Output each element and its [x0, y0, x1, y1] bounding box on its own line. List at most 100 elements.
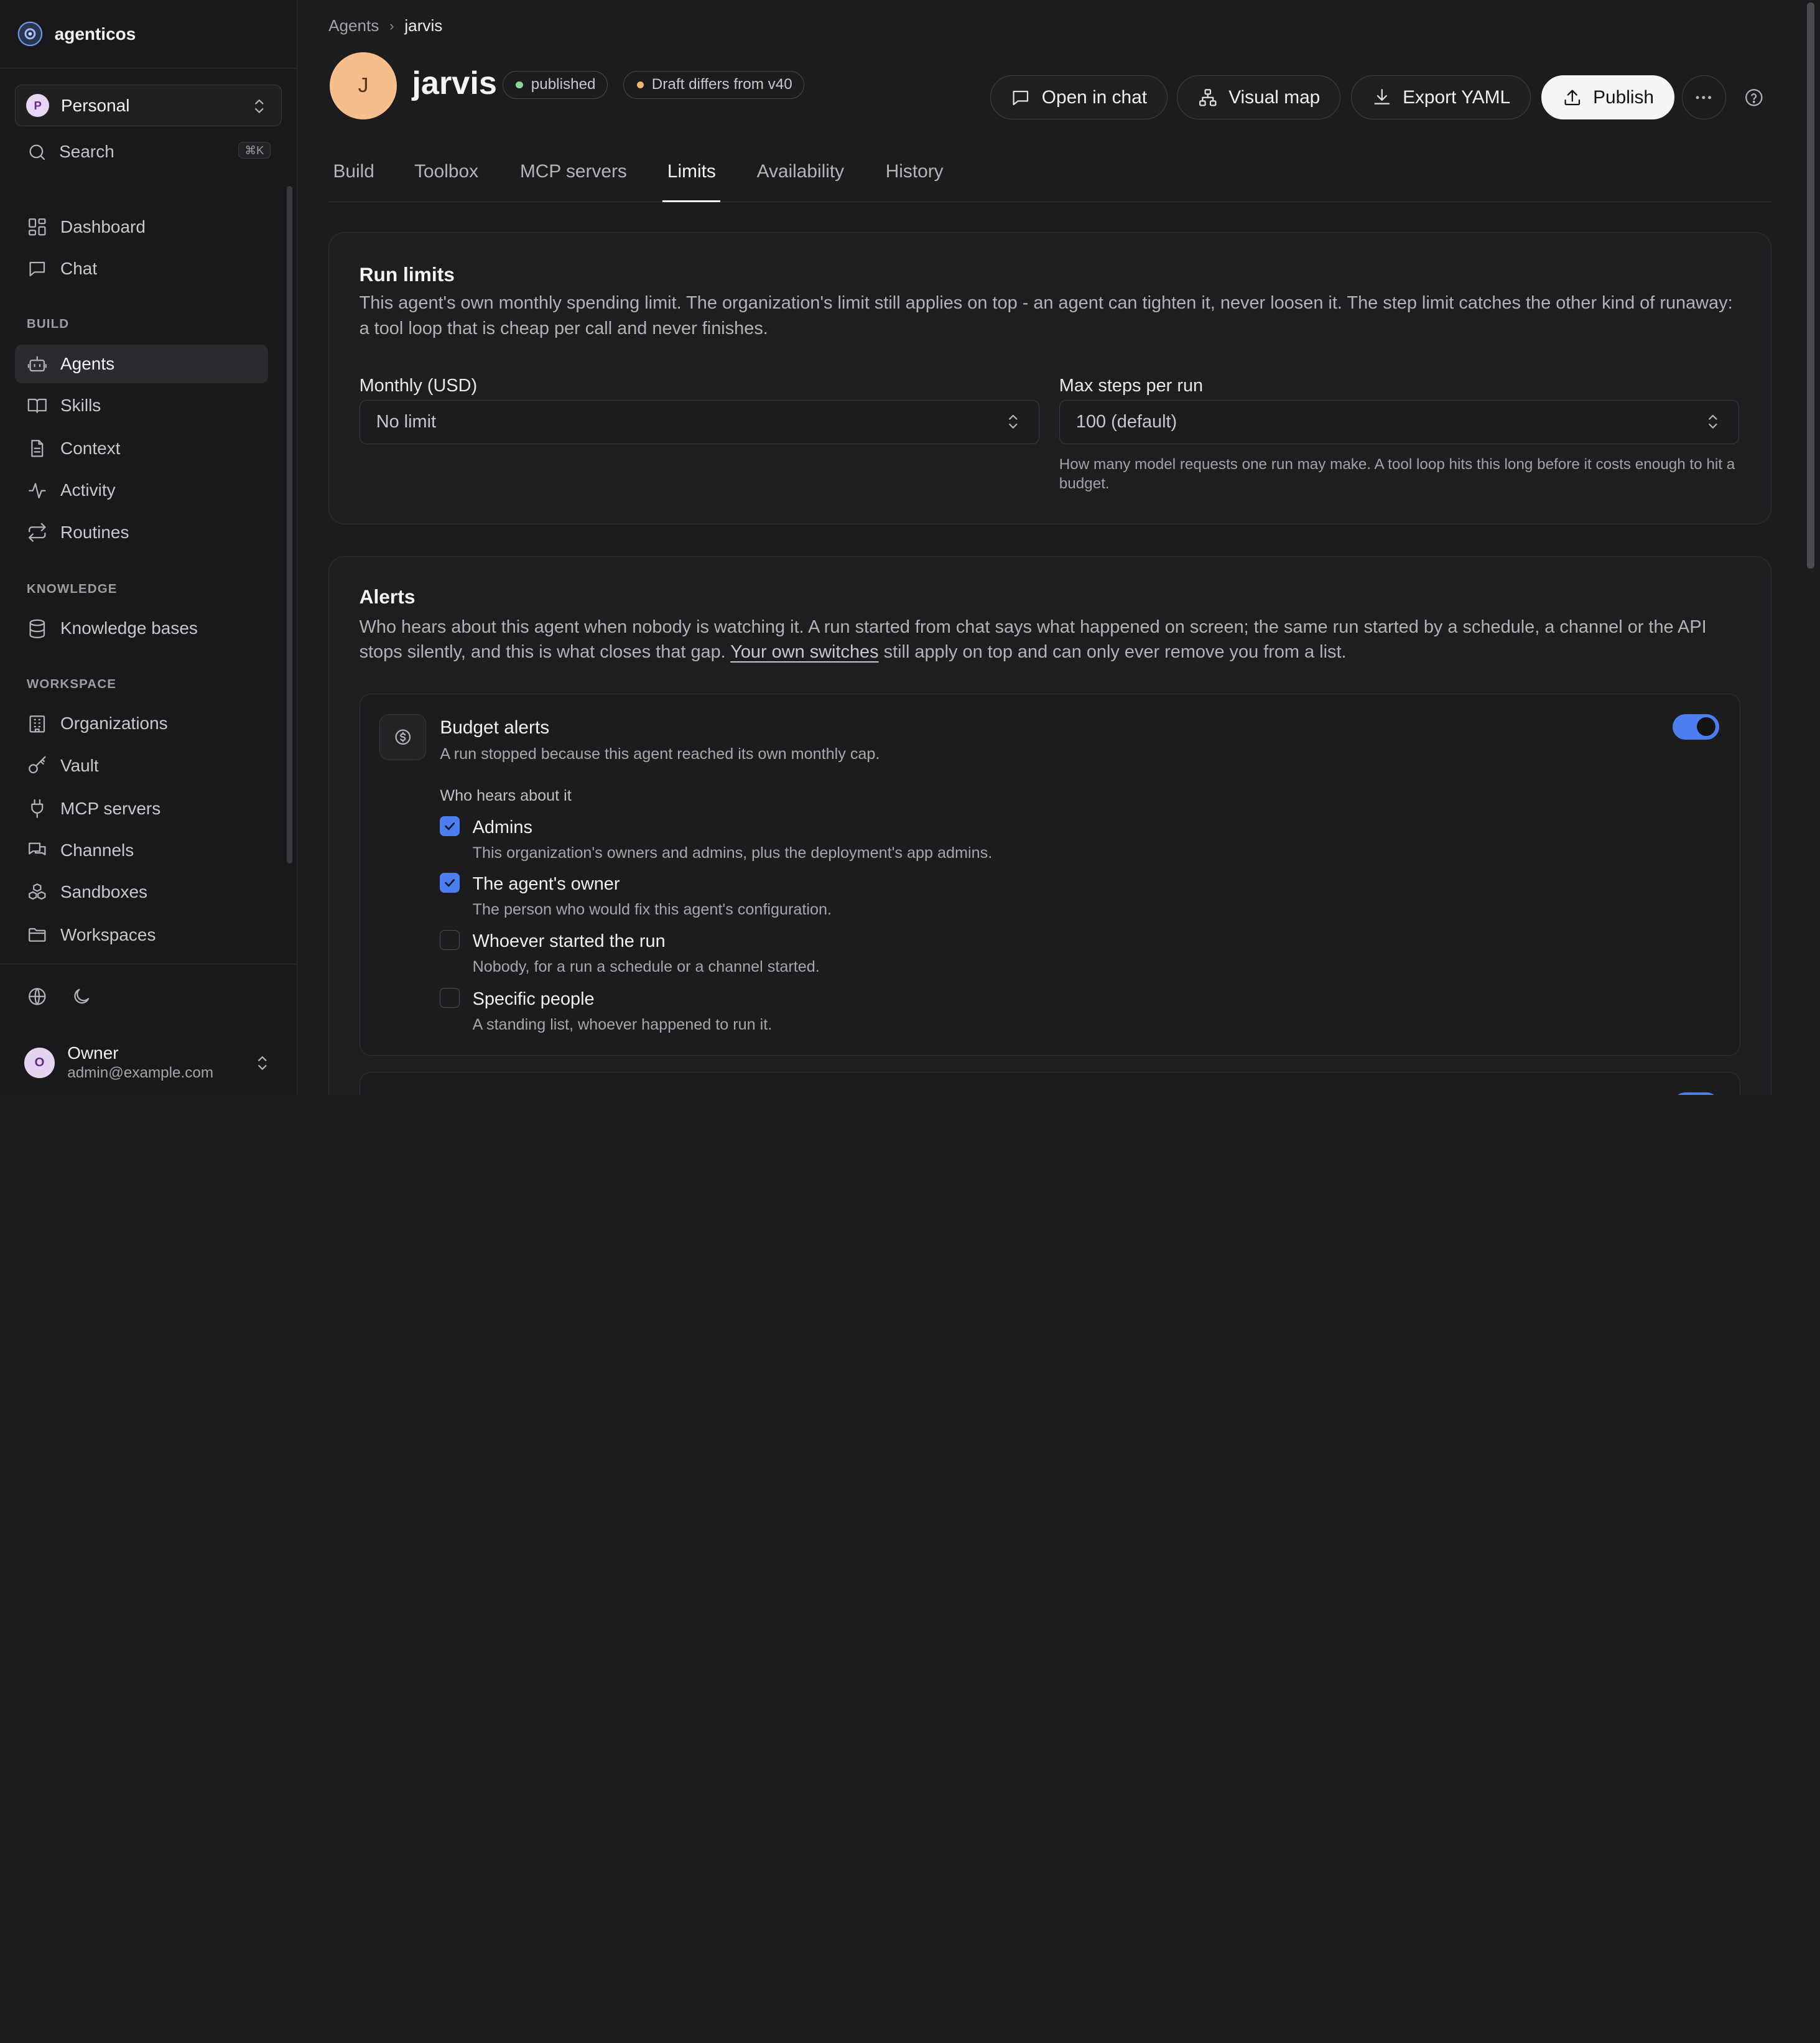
- alerts-description: Who hears about this agent when nobody i…: [360, 615, 1741, 664]
- brand[interactable]: agenticos: [0, 0, 297, 69]
- export-yaml-button[interactable]: Export YAML: [1351, 75, 1531, 120]
- moon-icon[interactable]: [71, 986, 92, 1007]
- tab-history[interactable]: History: [886, 161, 944, 202]
- page-title: jarvis: [412, 65, 497, 102]
- sidebar-item-label: Context: [60, 439, 121, 458]
- who-hears-label: Who hears about it: [440, 787, 572, 805]
- chat-icon: [1010, 87, 1031, 108]
- budget-alerts-title: Budget alerts: [440, 717, 550, 738]
- sidebar-item-knowledge-bases[interactable]: Knowledge bases: [15, 610, 268, 648]
- search-shortcut: ⌘K: [238, 141, 271, 159]
- monthly-limit-placeholder: No limit: [376, 411, 437, 432]
- breadcrumb-current: jarvis: [404, 16, 443, 35]
- breadcrumb-agents-link[interactable]: Agents: [328, 16, 379, 35]
- download-icon: [1372, 87, 1393, 108]
- budget-alerts-toggle[interactable]: [1673, 714, 1719, 740]
- sidebar-item-dashboard[interactable]: Dashboard: [15, 208, 268, 246]
- agent-owner-checkbox[interactable]: [440, 873, 460, 893]
- stepper-icon[interactable]: [1003, 411, 1024, 432]
- sidebar-item-routines[interactable]: Routines: [15, 513, 268, 552]
- max-steps-help: How many model requests one run may make…: [1059, 455, 1735, 493]
- section-label-knowledge: KNOWLEDGE: [26, 581, 118, 596]
- chevron-right-icon: ›: [389, 17, 394, 34]
- option-title: Admins: [472, 817, 532, 837]
- tab-toolbox[interactable]: Toolbox: [414, 161, 478, 202]
- sidebar-footer: O Owner admin@example.com: [0, 963, 297, 1095]
- monthly-limit-input[interactable]: No limit: [359, 399, 1040, 444]
- user-menu[interactable]: O Owner admin@example.com: [24, 1042, 282, 1084]
- alerts-title: Alerts: [359, 585, 416, 608]
- sidebar-scrollbar[interactable]: [286, 185, 293, 864]
- upload-icon: [1562, 87, 1583, 108]
- run-starter-checkbox[interactable]: [440, 929, 460, 950]
- bot-icon: [27, 353, 48, 375]
- sidebar-item-label: Knowledge bases: [60, 618, 198, 638]
- sidebar-item-label: Skills: [60, 396, 101, 416]
- max-steps-input[interactable]: 100 (default): [1059, 399, 1740, 444]
- draft-badge: Draft differs from v40: [623, 70, 805, 99]
- help-icon[interactable]: [1743, 87, 1765, 108]
- visual-map-button[interactable]: Visual map: [1177, 75, 1340, 120]
- chevrons-up-down-icon: [252, 1053, 273, 1074]
- chat-icon: [27, 258, 48, 279]
- sidebar-item-activity[interactable]: Activity: [15, 472, 268, 510]
- draft-badge-label: Draft differs from v40: [651, 76, 792, 93]
- sidebar-item-label: Chat: [60, 258, 98, 278]
- app-window: agenticos P Personal Search ⌘K Dashboard…: [0, 0, 1820, 1095]
- user-name: Owner: [67, 1043, 119, 1063]
- status-dot: [516, 81, 523, 88]
- activity-icon: [27, 480, 48, 501]
- main-scrollbar[interactable]: [1807, 2, 1814, 569]
- tab-limits[interactable]: Limits: [662, 161, 721, 202]
- draft-dot: [636, 81, 644, 88]
- plug-icon: [27, 798, 48, 819]
- specific-people-checkbox[interactable]: [440, 988, 460, 1008]
- network-icon: [1197, 87, 1219, 108]
- status-badge-label: published: [531, 76, 596, 93]
- tab-availability[interactable]: Availability: [757, 161, 844, 202]
- sidebar-item-agents[interactable]: Agents: [15, 345, 269, 383]
- sidebar-item-mcp-servers[interactable]: MCP servers: [15, 789, 268, 828]
- tab-build[interactable]: Build: [333, 161, 374, 202]
- sidebar-item-label: Vault: [60, 755, 99, 775]
- sidebar-item-chat[interactable]: Chat: [15, 249, 268, 288]
- stepper-icon[interactable]: [1702, 411, 1724, 432]
- sidebar-item-channels[interactable]: Channels: [15, 831, 268, 870]
- chevrons-up-down-icon: [249, 96, 270, 117]
- globe-icon[interactable]: [27, 986, 48, 1007]
- avatar: O: [24, 1048, 55, 1078]
- sidebar-item-skills[interactable]: Skills: [15, 386, 268, 425]
- tab-bar: Build Toolbox MCP servers Limits Availab…: [328, 151, 1771, 202]
- sidebar-item-vault[interactable]: Vault: [15, 747, 268, 785]
- max-steps-label: Max steps per run: [1059, 375, 1204, 396]
- option-title: Whoever started the run: [472, 931, 666, 951]
- run-limits-description: This agent's own monthly spending limit.…: [359, 293, 1733, 338]
- publish-button[interactable]: Publish: [1541, 75, 1674, 120]
- max-steps-placeholder: 100 (default): [1075, 411, 1177, 432]
- sidebar-item-sandboxes[interactable]: Sandboxes: [15, 873, 268, 911]
- search-button[interactable]: Search ⌘K: [15, 137, 271, 167]
- publish-label: Publish: [1593, 86, 1654, 108]
- sidebar-item-organizations[interactable]: Organizations: [15, 705, 268, 743]
- sidebar-item-workspaces[interactable]: Workspaces: [15, 916, 268, 954]
- option-subtitle: Nobody, for a run a schedule or a channe…: [472, 957, 820, 975]
- file-icon: [27, 438, 48, 459]
- alerts-description-tail: still apply on top and can only ever rem…: [883, 642, 1347, 663]
- workspace-switcher[interactable]: P Personal: [15, 85, 282, 127]
- own-switches-link[interactable]: Your own switches: [730, 642, 878, 662]
- book-icon: [27, 395, 48, 416]
- search-icon: [27, 142, 48, 163]
- more-options-button[interactable]: [1681, 75, 1726, 120]
- next-alert-toggle[interactable]: [1673, 1092, 1719, 1095]
- workspace-avatar: P: [26, 94, 50, 118]
- sidebar-item-context[interactable]: Context: [15, 429, 268, 468]
- open-in-chat-button[interactable]: Open in chat: [990, 75, 1168, 120]
- section-label-workspace: WORKSPACE: [26, 676, 117, 691]
- admins-checkbox[interactable]: [440, 816, 460, 836]
- export-yaml-label: Export YAML: [1403, 86, 1511, 108]
- sidebar-item-label: Routines: [60, 522, 129, 542]
- alerts-card: Alerts Who hears about this agent when n…: [328, 556, 1771, 1095]
- key-icon: [27, 755, 48, 776]
- tab-mcp-servers[interactable]: MCP servers: [520, 161, 627, 202]
- sidebar-item-label: Workspaces: [60, 925, 156, 945]
